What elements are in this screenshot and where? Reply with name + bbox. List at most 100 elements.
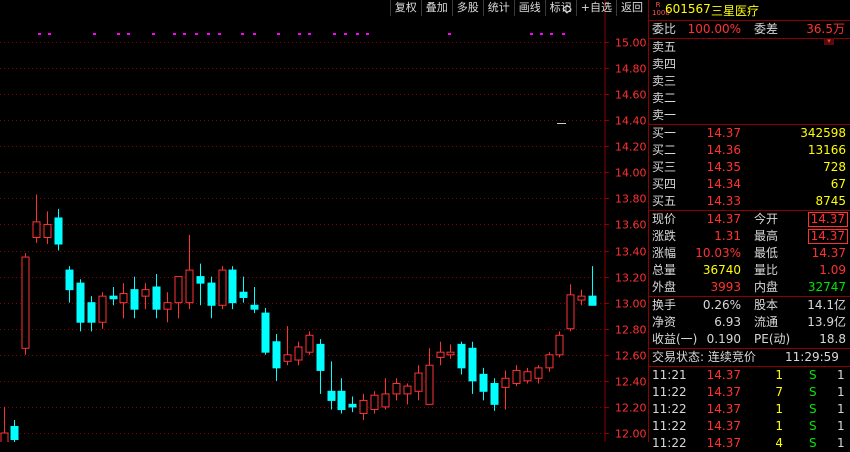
tick-count: 1 [837, 385, 845, 399]
candle [54, 208, 63, 251]
margin-badge-letter: R [655, 1, 661, 9]
turnover-value: 0.26% [702, 298, 741, 312]
event-marker-icon [298, 33, 301, 35]
candle-body [490, 382, 499, 405]
candle-body [87, 302, 96, 323]
candle [207, 276, 216, 319]
candle [457, 341, 466, 375]
sell-level-row: 卖四 [649, 56, 850, 73]
book-volume: 728 [823, 160, 846, 174]
candle-body [446, 351, 455, 356]
candle [316, 339, 325, 394]
y-tick-label: 12.40 [615, 376, 647, 389]
volume-value: 36740 [702, 263, 741, 277]
y-tick-label: 15.00 [615, 37, 647, 50]
candle-body [294, 346, 303, 361]
buy-orderbook: 买一 14.37 342598 买二 14.36 13166 买三 14.35 728 买四 14.… [649, 125, 850, 211]
change-pct-label: 涨幅 [652, 246, 677, 260]
y-tick-label: 13.80 [615, 193, 647, 206]
candle-body [54, 217, 63, 245]
candle-body [196, 276, 205, 284]
event-marker-icon [562, 33, 565, 35]
candle [218, 266, 227, 310]
candle-body [272, 341, 281, 369]
event-marker-icon [530, 33, 533, 35]
restore-rights-button[interactable]: 复权 [389, 0, 421, 16]
low-label: 最低 [754, 246, 779, 260]
book-volume: 67 [830, 177, 846, 191]
trade-status-row: 交易状态: 连续竞价 11:29:59 [649, 349, 850, 367]
change-value: 1.31 [714, 229, 741, 243]
outer-value: 3993 [710, 280, 741, 294]
kline-chart-area[interactable]: 15.00 14.80 14.60 14.40 14.20 14.00 13.80 13.60… [0, 0, 647, 442]
tick-volume: 1 [775, 402, 783, 416]
turnover-label: 换手 [652, 298, 677, 312]
margin-badge: R 1000 [652, 1, 670, 17]
overlay-button[interactable]: 叠加 [420, 0, 452, 16]
tick-time: 11:22 [652, 436, 687, 450]
candle [534, 365, 543, 384]
float-value: 13.9亿 [807, 315, 846, 329]
tick-count: 1 [837, 368, 845, 382]
event-marker-icon [277, 33, 280, 35]
statistics-button[interactable]: 统计 [482, 0, 514, 16]
draw-line-button[interactable]: 画线 [513, 0, 545, 16]
fund-row: 净资 6.93 流通 13.9亿 [649, 314, 850, 331]
tick-price: 14.37 [706, 385, 741, 399]
candle [0, 406, 9, 442]
event-marker-icon [356, 33, 359, 35]
book-level-label: 卖三 [652, 74, 677, 88]
candle-body [370, 394, 379, 411]
kline-chart[interactable]: 15.00 14.80 14.60 14.40 14.20 14.00 13.80 13.60… [0, 0, 647, 442]
inner-value: 32747 [807, 280, 846, 294]
candle-body [348, 403, 357, 408]
candle-body [577, 295, 586, 301]
multi-stock-button[interactable]: 多股 [451, 0, 483, 16]
price-value: 14.37 [706, 212, 741, 226]
candle [501, 370, 510, 410]
tick-list[interactable]: 11:21 14.37 1 S 1 11:22 14.37 7 S 1 11:22 14.37 1 S 1 1… [649, 367, 850, 452]
weicha-value: 36.5万 [806, 22, 845, 36]
candle [163, 292, 172, 323]
candle-body [523, 371, 532, 382]
candle [370, 391, 379, 414]
eps-value: 0.190 [706, 332, 741, 346]
candle-body [316, 343, 325, 371]
tick-time: 11:22 [652, 419, 687, 433]
pe-value: 18.8 [819, 332, 846, 346]
tick-price: 14.37 [706, 368, 741, 382]
candle-body [109, 295, 118, 300]
tick-price: 14.37 [706, 436, 741, 450]
add-watchlist-button[interactable]: +自选 [575, 0, 616, 16]
quote-row: 涨幅 10.03% 最低 14.37 [649, 245, 850, 262]
candle-body [152, 286, 161, 310]
trade-status-time: 11:29:59 [785, 350, 839, 364]
candle [32, 194, 41, 243]
net-assets-value: 6.93 [714, 315, 741, 329]
event-marker-icon [195, 33, 198, 35]
book-level-label: 买二 [652, 143, 677, 157]
event-marker-icon [173, 33, 176, 35]
candle [305, 331, 314, 355]
event-marker-icon [117, 33, 120, 35]
tick-time: 11:21 [652, 368, 687, 382]
back-button[interactable]: 返回 [616, 0, 647, 16]
candle-body [65, 269, 74, 291]
fundamentals-block: 换手 0.26% 股本 14.1亿 净资 6.93 流通 13.9亿 收益(一)… [649, 297, 850, 349]
tick-count: 1 [837, 436, 845, 450]
candle [261, 307, 270, 355]
buy-level-row: 买三 14.35 728 [649, 159, 850, 176]
candle-body [43, 223, 52, 238]
event-marker-icon [448, 33, 451, 35]
tick-side: S [809, 385, 817, 399]
y-tick-label: 14.40 [615, 115, 647, 128]
candle-body [381, 393, 390, 408]
book-level-label: 买三 [652, 160, 677, 174]
quote-row: 现价 14.37 今开 14.37 [649, 211, 850, 228]
event-marker-icon [540, 33, 543, 35]
fund-row: 收益(一) 0.190 PE(动) 18.8 [649, 331, 850, 348]
event-marker-icon [550, 33, 553, 35]
candle-body [566, 294, 575, 330]
mark-button[interactable]: 标记 [544, 0, 576, 16]
candle [327, 361, 336, 410]
